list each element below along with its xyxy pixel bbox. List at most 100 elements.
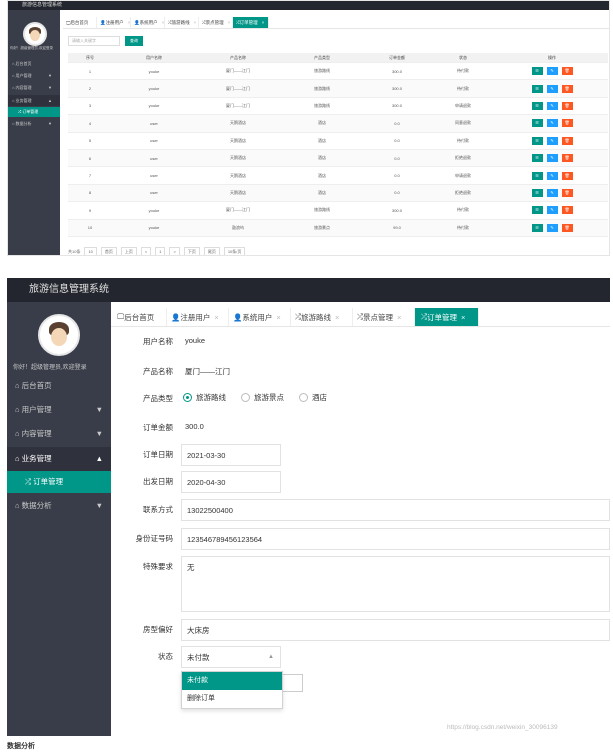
tab-orders[interactable]: ⤮ 订单管理 ×	[415, 308, 479, 326]
close-icon[interactable]: ×	[276, 313, 280, 322]
sidebar-item-business[interactable]: ⌂ 业务管理 ▲	[7, 447, 111, 471]
delete-button[interactable]: 🗑	[561, 84, 573, 93]
sidebar-item-content[interactable]: ⌂ 内容管理 ▼	[8, 82, 60, 93]
page-size-input[interactable]: 10	[84, 247, 97, 255]
view-button[interactable]: ☰	[531, 171, 543, 180]
edit-button[interactable]: ✎	[546, 206, 558, 215]
tab-routes[interactable]: ⤮ 旅游路线 ×	[165, 17, 199, 28]
close-icon[interactable]: ×	[397, 313, 401, 322]
delete-button[interactable]: 🗑	[561, 223, 573, 232]
username-value: youke	[185, 336, 206, 345]
sidebar-item-analytics[interactable]: ⌂ 数据分析 ▼	[7, 494, 111, 518]
delete-button[interactable]: 🗑	[561, 67, 573, 76]
form-row-idcard: 身份证号码 123546789456123564	[111, 528, 610, 550]
delete-button[interactable]: 🗑	[561, 101, 573, 110]
amount-label: 订单金额	[143, 423, 173, 432]
status-option-unpaid[interactable]: 未付款	[182, 672, 282, 690]
edit-button[interactable]: ✎	[546, 171, 558, 180]
search-input[interactable]: 请输入关键字	[68, 36, 120, 46]
delete-button[interactable]: 🗑	[561, 136, 573, 145]
sidebar-item-content[interactable]: ⌂ 内容管理 ▼	[7, 422, 111, 446]
last-page-button[interactable]: 尾页	[203, 247, 220, 255]
edit-button[interactable]: ✎	[546, 188, 558, 197]
special-textarea[interactable]: 无	[181, 556, 610, 612]
table-cell: 申请退款	[430, 166, 496, 185]
tab-registered-users[interactable]: 👤 注册用户 ×	[167, 308, 229, 326]
delete-button[interactable]: 🗑	[561, 171, 573, 180]
room-field[interactable]: 大床房	[181, 619, 610, 641]
edit-button[interactable]: ✎	[546, 136, 558, 145]
sidebar-item-users[interactable]: ⌂ 用户管理 ▼	[7, 398, 111, 422]
view-button[interactable]: ☰	[531, 223, 543, 232]
status-option-delete[interactable]: 删除订单	[182, 690, 282, 708]
delete-button[interactable]: 🗑	[561, 188, 573, 197]
close-icon[interactable]: ×	[162, 20, 165, 25]
column-header: 产品类型	[280, 53, 364, 63]
close-icon[interactable]: ×	[194, 20, 197, 25]
edit-button[interactable]: ✎	[546, 223, 558, 232]
chevron-up-icon: ▲	[48, 98, 52, 103]
prev-arrow-button[interactable]: <	[140, 247, 152, 255]
close-icon[interactable]: ×	[461, 313, 465, 322]
product-label: 产品名称	[143, 367, 173, 376]
radio-hotel[interactable]: 酒店	[299, 392, 327, 403]
tab-routes[interactable]: ⤮ 旅游路线 ×	[291, 308, 353, 326]
current-page[interactable]: 1	[155, 247, 166, 255]
radio-route[interactable]: 旅游路线	[183, 392, 226, 403]
close-icon[interactable]: ×	[228, 20, 231, 25]
delete-button[interactable]: 🗑	[561, 119, 573, 128]
radio-scenic[interactable]: 旅游景点	[241, 392, 284, 403]
view-button[interactable]: ☰	[531, 101, 543, 110]
sidebar-item-users[interactable]: ⌂ 用户管理 ▼	[8, 70, 60, 81]
view-button[interactable]: ☰	[531, 154, 543, 163]
tab-home[interactable]: 🖵 后台首页	[111, 308, 167, 326]
radio-unchecked-icon	[299, 393, 308, 402]
next-page-button[interactable]: 下页	[183, 247, 200, 255]
table-cell: 厦门——江门	[196, 97, 280, 116]
view-button[interactable]: ☰	[531, 206, 543, 215]
tab-home[interactable]: 🖵 后台首页	[63, 17, 97, 28]
first-page-button[interactable]: 首页	[100, 247, 117, 255]
idcard-field[interactable]: 123546789456123564	[181, 528, 610, 550]
table-row: 10 youke 鼓浪屿 旅游景点 99.0 待付款 ☰ ✎ 🗑	[68, 219, 608, 237]
edit-button[interactable]: ✎	[546, 67, 558, 76]
sidebar-item-orders[interactable]: ⤮ 订单管理	[8, 107, 60, 117]
sidebar-item-home[interactable]: ⌂ 后台首页	[7, 374, 111, 398]
contact-field[interactable]: 13022500400	[181, 499, 610, 521]
order-date-field[interactable]: 2021-03-30	[181, 444, 281, 466]
per-page-select[interactable]: 10条/页	[223, 247, 246, 255]
depart-date-field[interactable]: 2020-04-30	[181, 471, 281, 493]
tab-registered-users[interactable]: 👤 注册用户 ×	[97, 17, 131, 28]
delete-button[interactable]: 🗑	[561, 154, 573, 163]
close-icon[interactable]: ×	[128, 20, 131, 25]
view-button[interactable]: ☰	[531, 84, 543, 93]
close-icon[interactable]: ×	[335, 313, 339, 322]
table-cell: 9	[68, 201, 112, 220]
column-header: 操作	[496, 53, 608, 63]
edit-button[interactable]: ✎	[546, 101, 558, 110]
close-icon[interactable]: ×	[214, 313, 218, 322]
status-select[interactable]: 未付款 ▲	[181, 646, 281, 668]
close-icon[interactable]: ×	[262, 20, 265, 25]
edit-button[interactable]: ✎	[546, 119, 558, 128]
tab-scenic[interactable]: ⤮ 景点管理 ×	[199, 17, 233, 28]
sidebar-item-orders[interactable]: ⤮ 订单管理	[7, 471, 111, 493]
sidebar-item-home[interactable]: ⌂ 后台首页	[8, 58, 60, 69]
view-button[interactable]: ☰	[531, 188, 543, 197]
edit-button[interactable]: ✎	[546, 84, 558, 93]
delete-button[interactable]: 🗑	[561, 206, 573, 215]
view-button[interactable]: ☰	[531, 67, 543, 76]
tab-scenic[interactable]: ⤮ 景点管理 ×	[353, 308, 415, 326]
view-button[interactable]: ☰	[531, 136, 543, 145]
view-button[interactable]: ☰	[531, 119, 543, 128]
sidebar-item-business[interactable]: ⌂ 业务管理 ▲	[8, 95, 60, 106]
tab-system-users[interactable]: 👤 系统用户 ×	[131, 17, 165, 28]
search-button[interactable]: 查询	[125, 36, 143, 46]
tab-system-users[interactable]: 👤 系统用户 ×	[229, 308, 291, 326]
edit-button[interactable]: ✎	[546, 154, 558, 163]
sidebar: 你好！超级管理员,欢迎登录 ⌂ 后台首页 ⌂ 用户管理 ▼ ⌂ 内容管理 ▼ ⌂ 业…	[7, 302, 111, 736]
tab-orders[interactable]: ⤮ 订单管理 ×	[233, 17, 269, 28]
prev-page-button[interactable]: 上页	[120, 247, 137, 255]
sidebar-item-analytics[interactable]: ⌂ 数据分析 ▼	[8, 118, 60, 129]
next-arrow-button[interactable]: >	[169, 247, 180, 255]
